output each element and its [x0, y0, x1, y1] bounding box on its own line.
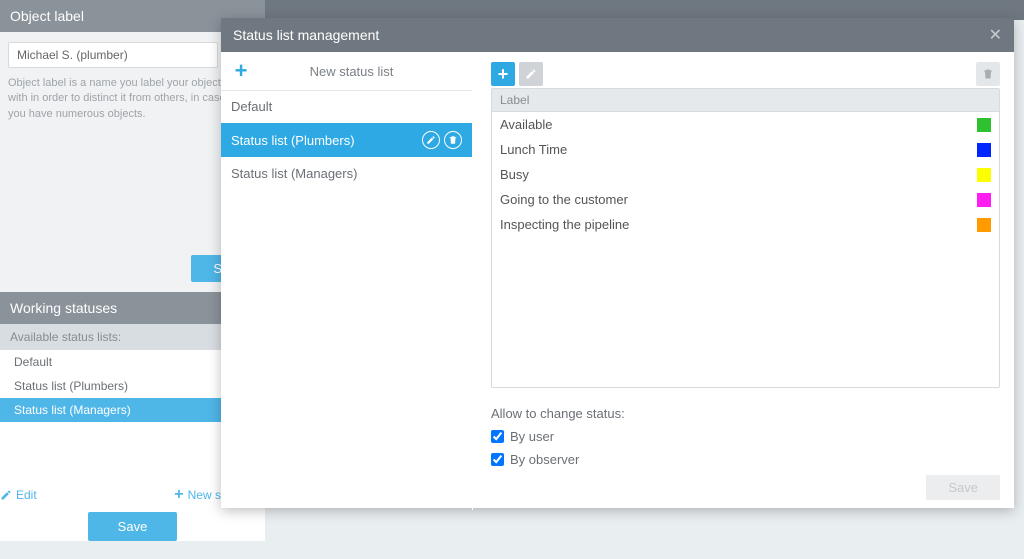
object-label-help: Object label is a name you label your ob… [8, 76, 228, 122]
checkbox[interactable] [491, 453, 504, 466]
plus-icon: + [174, 486, 183, 504]
checkbox-label: By observer [510, 452, 579, 467]
object-label-input[interactable]: Michael S. (plumber) [8, 42, 218, 68]
pencil-icon [0, 489, 12, 501]
modal-header: Status list management ✕ [221, 18, 1014, 52]
edit-link[interactable]: Edit [0, 488, 37, 502]
color-swatch [977, 218, 991, 232]
by-observer-checkbox[interactable]: By observer [491, 452, 1000, 467]
new-status-list-row[interactable]: + New status list [221, 52, 472, 91]
edit-label: Edit [16, 488, 37, 502]
modal-title: Status list management [233, 27, 379, 43]
sidebar-item-label: Status list (Managers) [231, 166, 357, 181]
by-user-checkbox[interactable]: By user [491, 429, 1000, 444]
checkbox-label: By user [510, 429, 554, 444]
allow-change-label: Allow to change status: [491, 406, 1000, 421]
table-row[interactable]: Inspecting the pipeline [492, 212, 999, 237]
sidebar-item-default[interactable]: Default [221, 91, 472, 123]
top-row-shadow [265, 0, 1024, 20]
pencil-icon [426, 135, 436, 145]
sidebar-item-label: Status list (Plumbers) [231, 133, 355, 148]
delete-status-list-button[interactable] [444, 131, 462, 149]
color-swatch [977, 118, 991, 132]
trash-icon [982, 68, 994, 80]
status-label: Lunch Time [500, 142, 567, 157]
plus-icon[interactable]: + [221, 58, 261, 84]
modal-body: + New status list Default Status list (P… [221, 52, 1014, 510]
trash-icon [448, 135, 458, 145]
table-row[interactable]: Going to the customer [492, 187, 999, 212]
status-label: Available [500, 117, 553, 132]
color-swatch [977, 143, 991, 157]
table-row[interactable]: Busy [492, 162, 999, 187]
color-swatch [977, 193, 991, 207]
status-label: Going to the customer [500, 192, 628, 207]
status-list-sidebar: + New status list Default Status list (P… [221, 52, 473, 510]
delete-status-button[interactable] [976, 62, 1000, 86]
table-row[interactable]: Lunch Time [492, 137, 999, 162]
sidebar-item-managers[interactable]: Status list (Managers) [221, 158, 472, 190]
status-label: Busy [500, 167, 529, 182]
edit-status-list-button[interactable] [422, 131, 440, 149]
close-icon[interactable]: ✕ [989, 25, 1002, 45]
toolbar-left: + [491, 62, 543, 86]
pencil-icon [525, 68, 537, 80]
modal-save-button[interactable]: Save [926, 475, 1000, 500]
status-table: Label Available Lunch Time Busy Going to… [491, 88, 1000, 388]
new-status-list-text: New status list [261, 64, 472, 79]
status-label: Inspecting the pipeline [500, 217, 629, 232]
edit-status-button[interactable] [519, 62, 543, 86]
status-list-modal: Status list management ✕ + New status li… [221, 18, 1014, 508]
sidebar-item-plumbers[interactable]: Status list (Plumbers) [221, 123, 472, 158]
status-detail-panel: + Label Available Lunch Time [473, 52, 1014, 510]
working-save-button[interactable]: Save [88, 512, 178, 541]
table-row[interactable]: Available [492, 112, 999, 137]
sidebar-item-actions [422, 131, 462, 149]
color-swatch [977, 168, 991, 182]
sidebar-item-label: Default [231, 99, 272, 114]
toolbar: + [491, 62, 1000, 86]
add-status-button[interactable]: + [491, 62, 515, 86]
table-header-label: Label [492, 89, 999, 112]
checkbox[interactable] [491, 430, 504, 443]
allow-change-block: Allow to change status: By user By obser… [491, 406, 1000, 467]
